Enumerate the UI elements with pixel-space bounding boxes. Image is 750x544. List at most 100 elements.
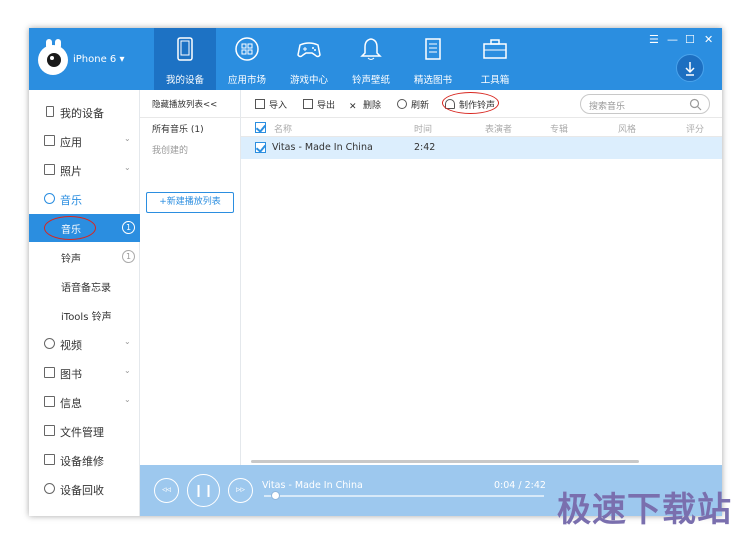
sidebar-item-device-repair[interactable]: 设备维修 (29, 446, 140, 474)
tab-label: 工具箱 (480, 75, 510, 86)
tab-ringtones-wallpapers[interactable]: 铃声壁纸 (340, 28, 402, 90)
sidebar: 我的设备 应用 ⌄ 照片 ⌄ 音乐 音乐 1 铃声 1 语音备忘录 iTools… (29, 90, 140, 516)
song-name: Vitas - Made In China (272, 142, 373, 153)
sidebar-item-books[interactable]: 图书 ⌄ (29, 359, 140, 387)
playlist-header: 隐藏播放列表<< (140, 90, 241, 118)
itools-window: iPhone 6 ▾ 我的设备 应用市场 游戏中心 铃声壁纸 精选图书 工具箱 … (29, 28, 722, 516)
song-time: 2:42 (414, 142, 436, 153)
import-label: 导入 (269, 101, 288, 111)
column-artist[interactable]: 表演者 (485, 122, 512, 135)
folder-icon (44, 425, 55, 436)
delete-button[interactable]: ✕ 删除 (349, 98, 381, 112)
search-box[interactable]: 搜索音乐 (580, 94, 710, 114)
playlist-all-music[interactable]: 所有音乐 (1) (152, 122, 204, 135)
sidebar-item-label: 设备维修 (60, 455, 104, 468)
horizontal-scrollbar[interactable] (251, 460, 639, 463)
now-playing-time: 0:04 / 2:42 (494, 480, 546, 491)
column-album[interactable]: 专辑 (550, 122, 568, 135)
progress-track[interactable] (264, 495, 544, 497)
sidebar-item-label: 图书 (60, 368, 82, 381)
tab-featured-books[interactable]: 精选图书 (402, 28, 464, 90)
tab-label: 应用市场 (227, 75, 266, 86)
message-icon (44, 396, 55, 407)
column-name[interactable]: 名称 (274, 122, 292, 135)
apps-icon (44, 135, 55, 146)
bell-icon (360, 38, 382, 60)
book-icon (425, 38, 441, 60)
chevron-down-icon: ⌄ (124, 163, 131, 172)
itools-logo (38, 39, 68, 75)
tab-label: 游戏中心 (289, 75, 328, 86)
table-header: 名称 时间 表演者 专辑 风格 评分 (241, 118, 722, 137)
now-playing-title: Vitas - Made In China (262, 480, 363, 491)
refresh-button[interactable]: 刷新 (397, 98, 429, 111)
sidebar-item-messages[interactable]: 信息 ⌄ (29, 388, 140, 416)
new-playlist-button[interactable]: +新建播放列表 (146, 192, 234, 213)
tab-app-market[interactable]: 应用市场 (216, 28, 278, 90)
row-checkbox[interactable] (255, 142, 266, 153)
delete-icon: ✕ (349, 102, 357, 112)
table-row[interactable]: Vitas - Made In China 2:42 (241, 137, 722, 159)
download-icon (685, 62, 695, 76)
sidebar-item-file-manager[interactable]: 文件管理 (29, 417, 140, 445)
sidebar-item-label: iTools 铃声 (61, 312, 112, 323)
music-icon (44, 193, 55, 204)
close-icon[interactable]: ✕ (704, 33, 713, 46)
sidebar-item-label: 照片 (60, 165, 82, 178)
export-icon (303, 99, 313, 109)
export-button[interactable]: 导出 (303, 98, 335, 111)
sidebar-item-itools-ringtones[interactable]: iTools 铃声 (29, 301, 140, 329)
tab-label: 铃声壁纸 (351, 75, 390, 86)
count-badge: 1 (122, 250, 135, 263)
tab-label: 我的设备 (165, 75, 204, 86)
hide-playlist-toggle[interactable]: 隐藏播放列表<< (152, 98, 217, 110)
search-input[interactable]: 搜索音乐 (589, 99, 625, 112)
sidebar-item-photos[interactable]: 照片 ⌄ (29, 156, 140, 184)
music-list-area: 导入 导出 ✕ 删除 刷新 制作铃声 搜索音乐 名称 时间 表演者 专辑 风格 评… (241, 90, 722, 465)
sidebar-item-label: 视频 (60, 339, 82, 352)
sidebar-item-my-device[interactable]: 我的设备 (29, 98, 140, 126)
sidebar-item-device-recycle[interactable]: 设备回收 (29, 475, 140, 503)
tab-label: 精选图书 (413, 75, 452, 86)
refresh-label: 刷新 (411, 101, 430, 111)
gamepad-icon (297, 42, 321, 58)
column-genre[interactable]: 风格 (618, 122, 636, 135)
menu-icon[interactable]: ☰ (649, 33, 659, 46)
download-button[interactable] (676, 54, 704, 82)
minimize-icon[interactable]: — (667, 33, 678, 46)
maximize-icon[interactable]: ☐ (685, 33, 695, 46)
column-rating[interactable]: 评分 (686, 122, 704, 135)
chevron-down-icon: ⌄ (124, 337, 131, 346)
video-icon (44, 338, 55, 349)
apps-grid-icon (235, 37, 259, 61)
next-icon: ▹▹ (235, 485, 246, 495)
sidebar-item-label: 应用 (60, 136, 82, 149)
progress-knob[interactable] (271, 491, 280, 500)
sidebar-item-label: 设备回收 (60, 484, 104, 497)
column-time[interactable]: 时间 (414, 122, 432, 135)
photo-icon (44, 164, 55, 175)
import-button[interactable]: 导入 (255, 98, 287, 111)
tablet-icon (177, 37, 193, 61)
tab-my-device[interactable]: 我的设备 (154, 28, 216, 90)
device-selector[interactable]: iPhone 6 ▾ (73, 54, 125, 65)
sidebar-item-voice-memos[interactable]: 语音备忘录 (29, 272, 140, 300)
watermark: 极速下载站 (557, 490, 732, 530)
export-label: 导出 (317, 101, 336, 111)
select-all-checkbox[interactable] (255, 122, 266, 133)
tab-game-center[interactable]: 游戏中心 (278, 28, 340, 90)
sidebar-item-video[interactable]: 视频 ⌄ (29, 330, 140, 358)
recycle-icon (44, 483, 55, 494)
next-button[interactable]: ▹▹ (228, 478, 253, 503)
play-pause-button[interactable]: ❙❙ (187, 474, 220, 507)
repair-icon (44, 454, 55, 465)
previous-button[interactable]: ◃◃ (154, 478, 179, 503)
sidebar-item-apps[interactable]: 应用 ⌄ (29, 127, 140, 155)
top-navigation-bar: iPhone 6 ▾ 我的设备 应用市场 游戏中心 铃声壁纸 精选图书 工具箱 … (29, 28, 722, 90)
sidebar-item-ringtones[interactable]: 铃声 1 (29, 243, 140, 271)
sidebar-item-music[interactable]: 音乐 (29, 185, 140, 213)
tab-toolbox[interactable]: 工具箱 (464, 28, 526, 90)
count-badge: 1 (122, 221, 135, 234)
sidebar-item-label: 文件管理 (60, 426, 104, 439)
sidebar-item-label: 音乐 (60, 194, 82, 207)
